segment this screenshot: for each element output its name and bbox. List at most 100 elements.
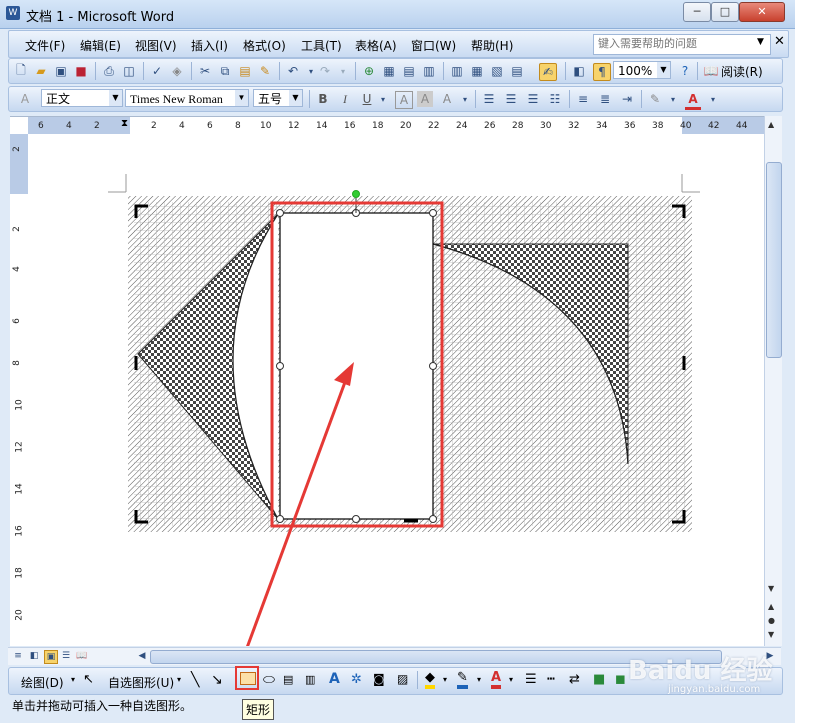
normal-view-icon[interactable]: ≡ <box>12 650 24 662</box>
paste-icon[interactable]: ▤ <box>237 63 253 79</box>
web-view-icon[interactable]: ◧ <box>28 650 40 662</box>
undo-icon[interactable]: ↶ <box>285 63 301 79</box>
select-objects-icon[interactable]: ↖ <box>83 672 94 687</box>
highlight-dropdown-icon[interactable]: ▾ <box>665 91 681 107</box>
line-color-dropdown-icon[interactable]: ▾ <box>477 675 481 684</box>
numbering-icon[interactable]: ≡ <box>575 91 591 107</box>
columns3-icon[interactable]: ▧ <box>489 63 505 79</box>
permission-icon[interactable]: ■ <box>73 63 89 79</box>
drawing-toggle-icon[interactable]: ✍ <box>539 63 557 81</box>
line-style-icon[interactable]: ☰ <box>525 672 537 687</box>
highlight-icon[interactable]: ✎ <box>647 91 663 107</box>
research-icon[interactable]: ◈ <box>169 63 185 79</box>
align-right-icon[interactable]: ☰ <box>525 91 541 107</box>
help-search-box[interactable]: ▼ <box>593 34 771 55</box>
font-dropdown-icon[interactable]: ▼ <box>235 90 248 106</box>
size-combo[interactable]: 五号 ▼ <box>253 89 303 107</box>
bullets-icon[interactable]: ≣ <box>597 91 613 107</box>
textbox-icon[interactable]: ▤ <box>283 673 293 686</box>
scroll-down-icon[interactable]: ▼ <box>768 584 774 593</box>
align-center-icon[interactable]: ☰ <box>503 91 519 107</box>
maximize-button[interactable]: □ <box>711 2 739 22</box>
indent-marker-icon[interactable]: ⧗ <box>121 118 129 134</box>
read-button[interactable]: 阅读(R) <box>721 63 763 80</box>
char-scale-icon[interactable]: A <box>439 91 455 107</box>
italic-icon[interactable]: I <box>337 91 353 107</box>
tables-borders-icon[interactable]: ▦ <box>381 63 397 79</box>
font-color-icon[interactable]: A <box>685 91 701 110</box>
vertical-scroll-thumb[interactable] <box>766 162 782 358</box>
vertical-scrollbar[interactable]: ▲ ▼ ▲ ● ▼ <box>764 116 782 646</box>
vertical-textbox-icon[interactable]: ▥ <box>305 673 315 686</box>
scroll-left-icon[interactable]: ◀ <box>136 650 148 662</box>
close-button[interactable]: ✕ <box>739 2 785 22</box>
columns2-icon[interactable]: ▦ <box>469 63 485 79</box>
next-page-icon[interactable]: ▼ <box>768 630 774 639</box>
font-color-dropdown-icon[interactable]: ▾ <box>705 91 721 107</box>
underline-icon[interactable]: U <box>359 91 375 107</box>
format-painter-icon[interactable]: ✎ <box>257 63 273 79</box>
fill-color-icon[interactable]: ◆ <box>425 670 435 689</box>
minimize-button[interactable]: ─ <box>683 2 711 22</box>
font-combo[interactable]: Times New Roman ▼ <box>125 89 249 107</box>
underline-dropdown-icon[interactable]: ▾ <box>375 91 391 107</box>
menu-insert[interactable]: 插入(I) <box>191 37 228 54</box>
menu-format[interactable]: 格式(O) <box>243 37 286 54</box>
read-icon[interactable]: 📖 <box>703 63 719 79</box>
text-color-dropdown-icon[interactable]: ▾ <box>509 675 513 684</box>
draw-menu-dropdown-icon[interactable]: ▾ <box>71 675 75 684</box>
print-view-icon[interactable]: ▣ <box>44 650 58 664</box>
style-dropdown-icon[interactable]: ▼ <box>109 90 122 106</box>
wordart-icon[interactable]: A <box>329 671 340 687</box>
help-search-input[interactable] <box>594 35 748 52</box>
zoom-combo[interactable]: 100% ▼ <box>613 61 671 79</box>
indent-icon[interactable]: ⇥ <box>619 91 635 107</box>
redo-icon[interactable]: ↷ <box>317 63 333 79</box>
columns-icon[interactable]: ▥ <box>449 63 465 79</box>
fill-color-dropdown-icon[interactable]: ▾ <box>443 675 447 684</box>
document-map-icon[interactable]: ▤ <box>509 63 525 79</box>
line-color-icon[interactable]: ✎ <box>457 670 468 689</box>
autoshapes-menu-button[interactable]: 自选图形(U) <box>108 674 174 691</box>
redo-dropdown-icon[interactable]: ▾ <box>335 63 351 79</box>
picture-icon[interactable]: ▨ <box>397 672 408 686</box>
menu-help[interactable]: 帮助(H) <box>471 37 513 54</box>
menu-view[interactable]: 视图(V) <box>135 37 177 54</box>
open-icon[interactable]: ▰ <box>33 63 49 79</box>
scroll-up-icon[interactable]: ▲ <box>768 120 774 129</box>
shadow-style-icon[interactable]: ■ <box>593 672 605 687</box>
copy-icon[interactable]: ⧉ <box>217 63 233 79</box>
size-dropdown-icon[interactable]: ▼ <box>289 90 302 106</box>
zoom-dropdown-icon[interactable]: ▼ <box>657 62 670 78</box>
bold-icon[interactable]: B <box>315 91 331 107</box>
spelling-icon[interactable]: ✓ <box>149 63 165 79</box>
text-color-icon[interactable]: A <box>491 670 502 689</box>
menu-tools[interactable]: 工具(T) <box>301 37 342 54</box>
char-shading-icon[interactable]: A <box>417 91 433 107</box>
char-scale-dropdown-icon[interactable]: ▾ <box>457 91 473 107</box>
menu-window[interactable]: 窗口(W) <box>411 37 456 54</box>
vertical-ruler[interactable]: 2 2 4 6 8 10 12 14 16 18 20 <box>10 134 29 646</box>
style-combo[interactable]: 正文 ▼ <box>41 89 123 107</box>
align-justify-icon[interactable]: ☰ <box>481 91 497 107</box>
document-map-pane-icon[interactable]: ◧ <box>571 63 587 79</box>
drawing-canvas[interactable] <box>28 134 764 646</box>
rectangle-shape[interactable] <box>279 212 434 520</box>
cut-icon[interactable]: ✂ <box>197 63 213 79</box>
help-search-dropdown-icon[interactable]: ▼ <box>757 37 764 47</box>
print-preview-icon[interactable]: ◫ <box>121 63 137 79</box>
save-icon[interactable]: ▣ <box>53 63 69 79</box>
distribute-icon[interactable]: ☷ <box>547 91 563 107</box>
insert-excel-icon[interactable]: ▥ <box>421 63 437 79</box>
autoshapes-dropdown-icon[interactable]: ▾ <box>177 675 181 684</box>
reading-view-icon[interactable]: 📖 <box>76 650 88 662</box>
help-icon[interactable]: ? <box>677 63 693 79</box>
prev-page-icon[interactable]: ▲ <box>768 602 774 611</box>
clipart-icon[interactable]: ◙ <box>373 672 385 686</box>
menu-file[interactable]: 文件(F) <box>25 37 65 54</box>
line-tool-icon[interactable]: ╲ <box>191 672 199 688</box>
browse-object-icon[interactable]: ● <box>768 616 775 625</box>
styles-icon[interactable]: A <box>17 91 33 107</box>
dash-style-icon[interactable]: ┅ <box>547 672 555 687</box>
arrow-style-icon[interactable]: ⇄ <box>569 672 580 687</box>
